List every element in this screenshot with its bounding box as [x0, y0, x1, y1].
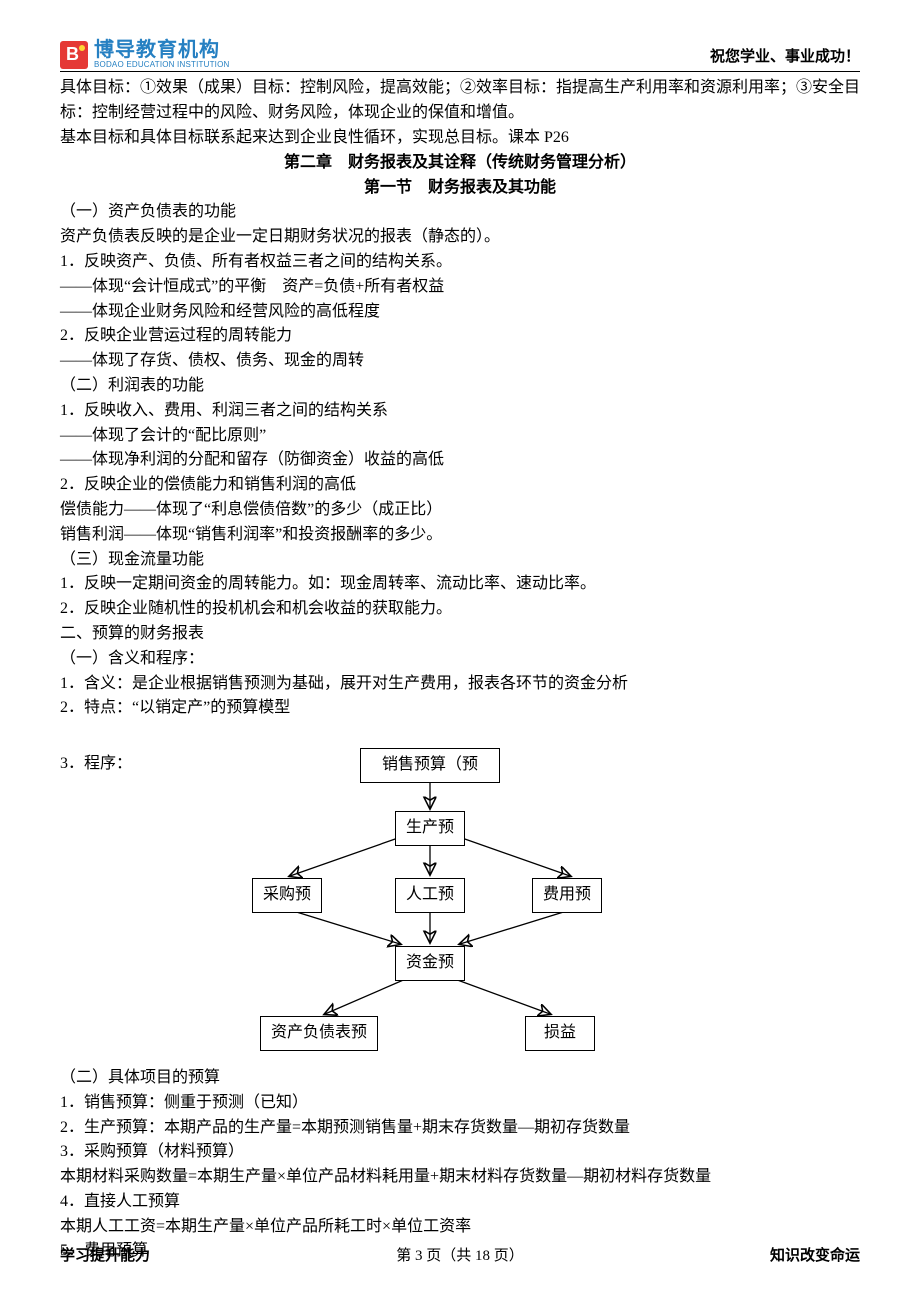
node-funds: 资金预	[395, 946, 465, 981]
node-expense: 费用预	[532, 878, 602, 913]
logo-cn-text: 博导教育机构	[94, 40, 229, 61]
paragraph: 本期材料采购数量=本期生产量×单位产品材料耗用量+期末材料存货数量—期初材料存货…	[60, 1165, 860, 1190]
node-labor: 人工预	[395, 878, 465, 913]
paragraph: （二）利润表的功能	[60, 374, 860, 399]
paragraph: 1．反映收入、费用、利润三者之间的结构关系	[60, 399, 860, 424]
page-header: 博导教育机构 BODAO EDUCATION INSTITUTION 祝您学业、…	[60, 40, 860, 72]
paragraph: 4．直接人工预算	[60, 1190, 860, 1215]
page-footer: 学习提升能力 第 3 页（共 18 页） 知识改变命运	[60, 1245, 860, 1268]
paragraph: （三）现金流量功能	[60, 548, 860, 573]
node-balance-sheet: 资产负债表预	[260, 1016, 378, 1051]
node-sales: 销售预算（预	[360, 748, 500, 783]
paragraph: 具体目标：①效果（成果）目标：控制风险，提高效能；②效率目标：指提高生产利用率和…	[60, 76, 860, 126]
node-profit-loss: 损益	[525, 1016, 595, 1051]
spacer	[60, 721, 860, 746]
paragraph: 二、预算的财务报表	[60, 622, 860, 647]
paragraph: 1．反映一定期间资金的周转能力。如：现金周转率、流动比率、速动比率。	[60, 572, 860, 597]
footer-page-number: 第 3 页（共 18 页）	[396, 1245, 524, 1268]
paragraph: （二）具体项目的预算	[60, 1066, 860, 1091]
logo-icon	[60, 41, 88, 69]
paragraph: （一）资产负债表的功能	[60, 200, 860, 225]
paragraph: ——体现了存货、债权、债务、现金的周转	[60, 349, 860, 374]
paragraph: ——体现企业财务风险和经营风险的高低程度	[60, 300, 860, 325]
paragraph: 2．反映企业随机性的投机机会和机会收益的获取能力。	[60, 597, 860, 622]
logo-en-text: BODAO EDUCATION INSTITUTION	[94, 61, 229, 69]
paragraph: （一）含义和程序：	[60, 647, 860, 672]
blessing-text: 祝您学业、事业成功！	[710, 46, 860, 69]
paragraph: ——体现“会计恒成式”的平衡 资产=负债+所有者权益	[60, 275, 860, 300]
paragraph: 1．销售预算：侧重于预测（已知）	[60, 1091, 860, 1116]
chapter-heading: 第二章 财务报表及其诠释（传统财务管理分析）	[60, 151, 860, 176]
footer-right: 知识改变命运	[770, 1245, 860, 1268]
paragraph: 基本目标和具体目标联系起来达到企业良性循环，实现总目标。课本 P26	[60, 126, 860, 151]
node-purchase: 采购预	[252, 878, 322, 913]
node-production: 生产预	[395, 811, 465, 846]
paragraph: ——体现了会计的“配比原则”	[60, 424, 860, 449]
document-body: 具体目标：①效果（成果）目标：控制风险，提高效能；②效率目标：指提高生产利用率和…	[60, 76, 860, 1264]
logo: 博导教育机构 BODAO EDUCATION INSTITUTION	[60, 40, 229, 69]
paragraph: 2．特点：“以销定产”的预算模型	[60, 696, 860, 721]
flowchart: 销售预算（预 生产预 采购预 人工预 费用预 资金预 资产负债表预 损益	[180, 746, 680, 1066]
paragraph: 1．反映资产、负债、所有者权益三者之间的结构关系。	[60, 250, 860, 275]
paragraph: 2．生产预算：本期产品的生产量=本期预测销售量+期末存货数量—期初存货数量	[60, 1116, 860, 1141]
paragraph: 销售利润——体现“销售利润率”和投资报酬率的多少。	[60, 523, 860, 548]
paragraph: 偿债能力——体现了“利息偿债倍数”的多少（成正比）	[60, 498, 860, 523]
paragraph: 1．含义：是企业根据销售预测为基础，展开对生产费用，报表各环节的资金分析	[60, 672, 860, 697]
diagram-label: 3．程序：	[60, 746, 150, 777]
paragraph: 2．反映企业营运过程的周转能力	[60, 324, 860, 349]
section-heading: 第一节 财务报表及其功能	[60, 176, 860, 201]
paragraph: 资产负债表反映的是企业一定日期财务状况的报表（静态的）。	[60, 225, 860, 250]
paragraph: 3．采购预算（材料预算）	[60, 1140, 860, 1165]
paragraph: 2．反映企业的偿债能力和销售利润的高低	[60, 473, 860, 498]
paragraph: 本期人工工资=本期生产量×单位产品所耗工时×单位工资率	[60, 1215, 860, 1240]
paragraph: ——体现净利润的分配和留存（防御资金）收益的高低	[60, 448, 860, 473]
footer-left: 学习提升能力	[60, 1245, 150, 1268]
